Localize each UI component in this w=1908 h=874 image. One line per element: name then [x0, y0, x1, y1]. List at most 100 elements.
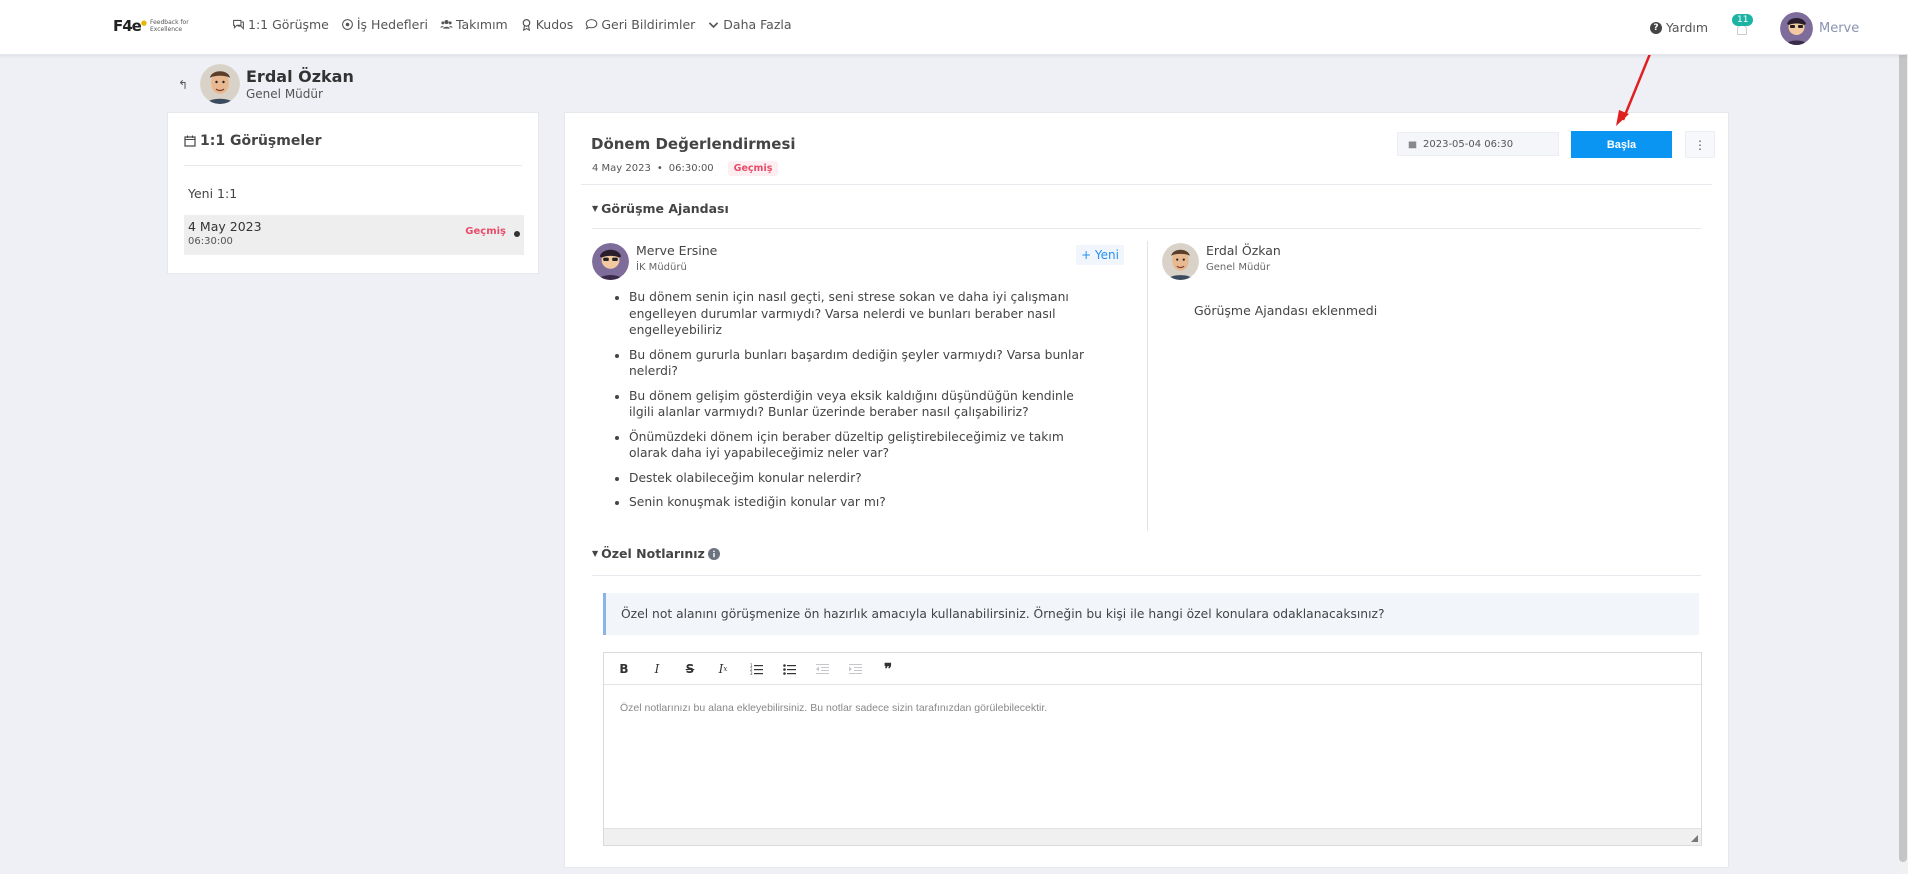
profile-header: Erdal Özkan Genel Müdür: [200, 64, 354, 104]
numbered-list-button[interactable]: 123: [748, 661, 764, 677]
notifications-button[interactable]: 11: [1730, 14, 1754, 38]
meeting-date: 4 May 2023: [592, 163, 651, 174]
nav-label: Daha Fazla: [723, 17, 792, 32]
nav-kudos[interactable]: Kudos: [520, 17, 574, 32]
editor-status-bar: [604, 828, 1701, 845]
bell-icon: [1737, 25, 1747, 35]
agenda-item: Senin konuşmak istediğin konular var mı?: [629, 494, 1094, 511]
empty-agenda-text: Görüşme Ajandası eklenmedi: [1194, 303, 1378, 318]
editor-toolbar: B I S Ix 123 ❞: [604, 653, 1701, 685]
nav-more[interactable]: Daha Fazla: [707, 17, 792, 32]
award-icon: [522, 19, 531, 31]
nav-label: Takımım: [455, 17, 508, 32]
meta-separator: •: [656, 163, 663, 174]
agenda-item: Bu dönem gururla bunları başardım dediği…: [629, 347, 1094, 380]
divider: [592, 228, 1701, 229]
notification-count-badge: 11: [1732, 14, 1754, 26]
profile-avatar: [200, 64, 240, 104]
bullet-list-button[interactable]: [781, 661, 797, 677]
meeting-list-item[interactable]: 4 May 2023 06:30:00 Geçmiş: [184, 215, 524, 255]
divider: [184, 165, 522, 166]
top-navbar: F4e● Feedback for Excellence 1:1 Görüşme…: [0, 0, 1908, 55]
notes-section-title: Özel Notlarınız: [601, 546, 705, 561]
svg-text:3: 3: [750, 671, 753, 675]
profile-title: Genel Müdür: [246, 87, 323, 101]
divider: [581, 184, 1712, 185]
column-divider: [1147, 241, 1148, 531]
nav-label: Kudos: [535, 17, 574, 32]
outdent-button[interactable]: [814, 661, 830, 677]
indent-button[interactable]: [847, 661, 863, 677]
participant-name: Erdal Özkan: [1206, 243, 1281, 258]
italic-button[interactable]: I: [649, 661, 665, 677]
logo-mark: F4e●: [113, 17, 147, 35]
logo-tagline: Feedback for Excellence: [149, 19, 189, 33]
active-dot-icon: [514, 231, 520, 237]
datetime-value: 2023-05-04 06:30: [1423, 138, 1514, 150]
main-nav: 1:1 Görüşme İş Hedefleri Takımım Kudos G…: [232, 17, 792, 32]
team-icon: [440, 20, 453, 29]
annotation-arrow-icon: [1616, 48, 1654, 126]
new-meeting-link[interactable]: Yeni 1:1: [188, 186, 237, 201]
bullet-list-icon: [782, 663, 796, 675]
chevron-down-icon: [709, 22, 719, 29]
nav-team[interactable]: Takımım: [440, 17, 508, 32]
nav-one-on-one[interactable]: 1:1 Görüşme: [232, 17, 329, 32]
nav-feedback[interactable]: Geri Bildirimler: [585, 17, 695, 32]
user-avatar: [1780, 12, 1813, 45]
nav-goals[interactable]: İş Hedefleri: [341, 17, 428, 32]
owner-name: Merve Ersine: [636, 243, 718, 258]
brand-logo[interactable]: F4e● Feedback for Excellence: [113, 17, 194, 35]
meeting-status-badge: Geçmiş: [727, 161, 779, 176]
blockquote-button[interactable]: ❞: [880, 660, 896, 678]
meeting-time: 06:30:00: [668, 163, 714, 174]
divider: [592, 575, 1701, 576]
agenda-participant: Erdal Özkan Genel Müdür: [1162, 243, 1702, 280]
target-icon: [341, 19, 353, 30]
strikethrough-button[interactable]: S: [682, 661, 698, 677]
user-menu[interactable]: Merve: [1780, 12, 1859, 45]
agenda-section-toggle[interactable]: ▼ Görüşme Ajandası: [592, 201, 729, 216]
caret-down-icon: ▼: [592, 549, 599, 558]
agenda-section-title: Görüşme Ajandası: [601, 201, 729, 216]
nav-label: Geri Bildirimler: [601, 17, 696, 32]
meeting-title: Dönem Değerlendirmesi: [591, 135, 796, 153]
caret-down-icon: ▼: [592, 204, 599, 213]
more-options-button[interactable]: ⋮: [1685, 131, 1715, 158]
info-icon[interactable]: [707, 547, 720, 560]
chat-icon: [233, 19, 244, 30]
start-meeting-button[interactable]: Başla: [1571, 131, 1672, 158]
notes-section-toggle[interactable]: ▼ Özel Notlarınız: [592, 546, 720, 561]
indent-icon: [848, 663, 862, 674]
help-link[interactable]: ? Yardım: [1650, 20, 1708, 35]
question-icon: ?: [1650, 21, 1662, 34]
agenda-item: Önümüzdeki dönem için beraber düzeltip g…: [629, 429, 1094, 462]
owner-avatar: [592, 243, 629, 280]
meeting-meta: 4 May 2023 • 06:30:00 Geçmiş: [592, 161, 779, 176]
participant-avatar: [1162, 243, 1199, 280]
calendar-icon: [1408, 141, 1417, 148]
notes-textarea[interactable]: Özel notlarınızı bu alana ekleyebilirsin…: [604, 685, 1701, 731]
meeting-datetime-field[interactable]: 2023-05-04 06:30: [1397, 132, 1559, 156]
agenda-item: Destek olabileceğim konular nelerdir?: [629, 470, 1094, 487]
user-name: Merve: [1819, 21, 1860, 36]
resize-handle-icon[interactable]: [1691, 835, 1698, 842]
notes-editor: B I S Ix 123 ❞ Özel notlarınızı bu alana…: [603, 652, 1702, 846]
bold-button[interactable]: B: [616, 661, 632, 677]
participant-title: Genel Müdür: [1206, 262, 1271, 273]
meetings-sidebar-card: 1:1 Görüşmeler Yeni 1:1 4 May 2023 06:30…: [167, 112, 539, 274]
help-label: Yardım: [1666, 20, 1709, 35]
notes-info-box: Özel not alanını görüşmenize ön hazırlık…: [603, 593, 1699, 635]
agenda-owner: Merve Ersine İK Müdürü: [592, 243, 1132, 280]
agenda-item: Bu dönem gelişim gösterdiğin veya eksik …: [629, 388, 1094, 421]
page-scrollbar-thumb[interactable]: [1899, 4, 1907, 862]
add-agenda-item-button[interactable]: + Yeni: [1076, 245, 1124, 265]
agenda-list: Bu dönem senin için nasıl geçti, seni st…: [629, 289, 1094, 519]
clear-format-button[interactable]: Ix: [715, 661, 731, 677]
agenda-item: Bu dönem senin için nasıl geçti, seni st…: [629, 289, 1094, 339]
meetings-sidebar-title: 1:1 Görüşmeler: [184, 133, 322, 149]
nav-label: 1:1 Görüşme: [248, 17, 329, 32]
calendar-icon: [184, 135, 196, 147]
numbered-list-icon: 123: [750, 663, 763, 675]
back-arrow-icon[interactable]: ↰: [178, 78, 188, 92]
